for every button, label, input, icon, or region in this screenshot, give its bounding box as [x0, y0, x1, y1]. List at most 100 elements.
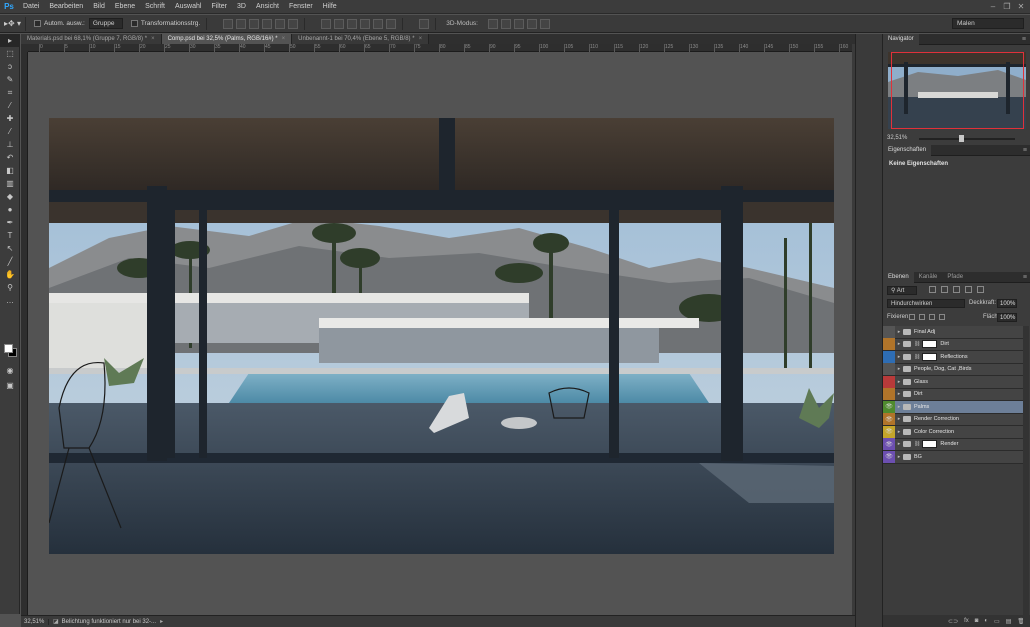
align-hcenter-icon[interactable] [275, 18, 286, 29]
move-tool-icon[interactable]: ▸ [0, 34, 20, 47]
visibility-eye-icon[interactable] [883, 375, 895, 388]
new-layer-icon[interactable]: ▤ [1006, 618, 1012, 625]
panel-menu-icon[interactable]: ≡ [1023, 147, 1027, 154]
screen-mode-icon[interactable]: ▣ [0, 379, 20, 392]
menu-item-0[interactable]: Datei [18, 0, 44, 14]
tab-close-icon[interactable]: × [151, 36, 155, 42]
expand-group-icon[interactable]: ▸ [895, 366, 903, 372]
layer-style-icon[interactable]: fx [964, 618, 969, 624]
visibility-eye-icon[interactable] [883, 350, 895, 363]
move-tool-preset[interactable]: ▸✥ ▾ [4, 16, 26, 31]
navigator-zoom-value[interactable]: 32,51% [887, 135, 907, 141]
quick-select-tool-icon[interactable]: ✎ [0, 73, 20, 86]
quick-mask-icon[interactable]: ◉ [0, 364, 20, 377]
menu-item-4[interactable]: Schrift [140, 0, 170, 14]
distribute-top-icon[interactable] [321, 18, 332, 29]
transform-controls-checkbox[interactable] [130, 20, 138, 27]
tab-unbenannt[interactable]: Unbenannt-1 bei 70,4% (Ebene 5, RGB/8) *… [292, 34, 430, 44]
type-tool-icon[interactable]: T [0, 229, 20, 242]
auto-align-icon[interactable] [419, 18, 430, 29]
tab-close-icon[interactable]: × [419, 36, 423, 42]
expand-group-icon[interactable]: ▸ [895, 416, 903, 422]
lasso-tool-icon[interactable]: ↄ [0, 60, 20, 73]
3d-slide-icon[interactable] [527, 18, 537, 29]
menu-item-6[interactable]: Filter [206, 0, 232, 14]
3d-pan-icon[interactable] [514, 18, 524, 29]
opacity-input[interactable]: 100% [997, 299, 1017, 308]
tab-channels[interactable]: Kanäle [914, 272, 943, 283]
menu-item-5[interactable]: Auswahl [170, 0, 206, 14]
distribute-left-icon[interactable] [360, 18, 371, 29]
tab-layers[interactable]: Ebenen [883, 271, 914, 283]
navigator-zoom-slider[interactable] [919, 135, 1015, 142]
lock-position-icon[interactable] [929, 314, 935, 320]
visibility-eye-icon[interactable]: 👁 [883, 425, 895, 438]
panel-menu-icon[interactable]: ≡ [1023, 274, 1027, 281]
maximize-button[interactable]: ❐ [1000, 0, 1014, 14]
expand-group-icon[interactable]: ▸ [895, 441, 903, 447]
filter-smart-object-icon[interactable] [977, 286, 984, 293]
filter-type-icon[interactable] [953, 286, 960, 293]
layer-row[interactable]: 👁 ▸ Render Correction [883, 413, 1023, 426]
visibility-eye-icon[interactable] [883, 388, 895, 401]
eraser-tool-icon[interactable]: ◧ [0, 164, 20, 177]
filter-shape-icon[interactable] [965, 286, 972, 293]
filter-pixel-icon[interactable] [929, 286, 936, 293]
lock-transparent-icon[interactable] [909, 314, 915, 320]
mask-link-icon[interactable]: ⛓ [914, 354, 920, 360]
expand-group-icon[interactable]: ▸ [895, 341, 903, 347]
expand-group-icon[interactable]: ▸ [895, 429, 903, 435]
pen-tool-icon[interactable]: ✒ [0, 216, 20, 229]
horizontal-ruler[interactable]: 0 5 10 15 20 25 30 35 40 45 50 55 60 65 70 75 80 85 90 95 10… [28, 44, 852, 52]
layer-row[interactable]: 👁 ▸ Color Correction [883, 425, 1023, 439]
expand-group-icon[interactable]: ▸ [895, 354, 903, 360]
3d-scale-icon[interactable] [540, 18, 550, 29]
lock-image-icon[interactable] [919, 314, 925, 320]
tab-materials[interactable]: Materials.psd bei 68,1% (Gruppe 7, RGB/8… [21, 34, 162, 44]
visibility-eye-icon[interactable]: 👁 [883, 413, 895, 426]
auto-select-dropdown[interactable]: Gruppe [88, 18, 123, 29]
more-tools-icon[interactable]: … [0, 294, 20, 307]
link-layers-icon[interactable]: ⊂⊃ [948, 618, 958, 625]
close-button[interactable]: ✕ [1014, 0, 1028, 14]
mask-link-icon[interactable]: ⛓ [914, 441, 920, 447]
brush-tool-icon[interactable]: ⁄ [0, 125, 20, 138]
blur-tool-icon[interactable]: ◆ [0, 190, 20, 203]
layer-row[interactable]: ▸ Final Adj [883, 325, 1023, 339]
layer-row[interactable]: ▸ Dirt [883, 388, 1023, 401]
tab-paths[interactable]: Pfade [942, 272, 968, 283]
expand-group-icon[interactable]: ▸ [895, 404, 903, 410]
distribute-bottom-icon[interactable] [347, 18, 358, 29]
layer-row[interactable]: 👁 ▸ Palms [883, 400, 1023, 414]
menu-item-3[interactable]: Ebene [110, 0, 140, 14]
layer-row[interactable]: ▸ Glass [883, 375, 1023, 389]
zoom-tool-icon[interactable]: ⚲ [0, 281, 20, 294]
3d-roll-icon[interactable] [501, 18, 511, 29]
shape-tool-icon[interactable]: ╱ [0, 255, 20, 268]
3d-rotate-icon[interactable] [488, 18, 498, 29]
layer-mask-thumbnail[interactable] [922, 340, 938, 349]
marquee-tool-icon[interactable]: ⬚ [0, 47, 20, 60]
align-right-icon[interactable] [288, 18, 299, 29]
dodge-tool-icon[interactable]: ● [0, 203, 20, 216]
layer-row[interactable]: ▸ ⛓ Reflections [883, 350, 1023, 364]
path-select-tool-icon[interactable]: ↖ [0, 242, 20, 255]
menu-item-9[interactable]: Fenster [284, 0, 318, 14]
layer-row[interactable]: ▸ People, Dog, Cat ,Birds [883, 363, 1023, 376]
align-left-icon[interactable] [262, 18, 273, 29]
auto-select-checkbox[interactable] [34, 20, 41, 27]
layer-row[interactable]: 👁 ▸ BG [883, 450, 1023, 464]
visibility-eye-icon[interactable] [883, 363, 895, 376]
workspace-dropdown[interactable]: Malen [952, 18, 1024, 29]
expand-group-icon[interactable]: ▸ [895, 391, 903, 397]
layer-row[interactable]: 👁 ▸ ⛓ Render [883, 438, 1023, 451]
tab-comp[interactable]: Comp.psd bei 32,5% (Palms, RGB/16#) * × [161, 34, 293, 44]
visibility-eye-icon[interactable] [883, 325, 895, 338]
tab-properties[interactable]: Eigenschaften [883, 144, 932, 156]
status-info-icon[interactable]: ◪ [53, 618, 59, 625]
layer-mask-thumbnail[interactable] [922, 440, 938, 449]
menu-item-7[interactable]: 3D [232, 0, 251, 14]
tab-close-icon[interactable]: × [282, 36, 286, 42]
adjustment-layer-icon[interactable]: ◐ [984, 618, 988, 624]
layer-row[interactable]: ▸ ⛓ Dirt [883, 338, 1023, 351]
